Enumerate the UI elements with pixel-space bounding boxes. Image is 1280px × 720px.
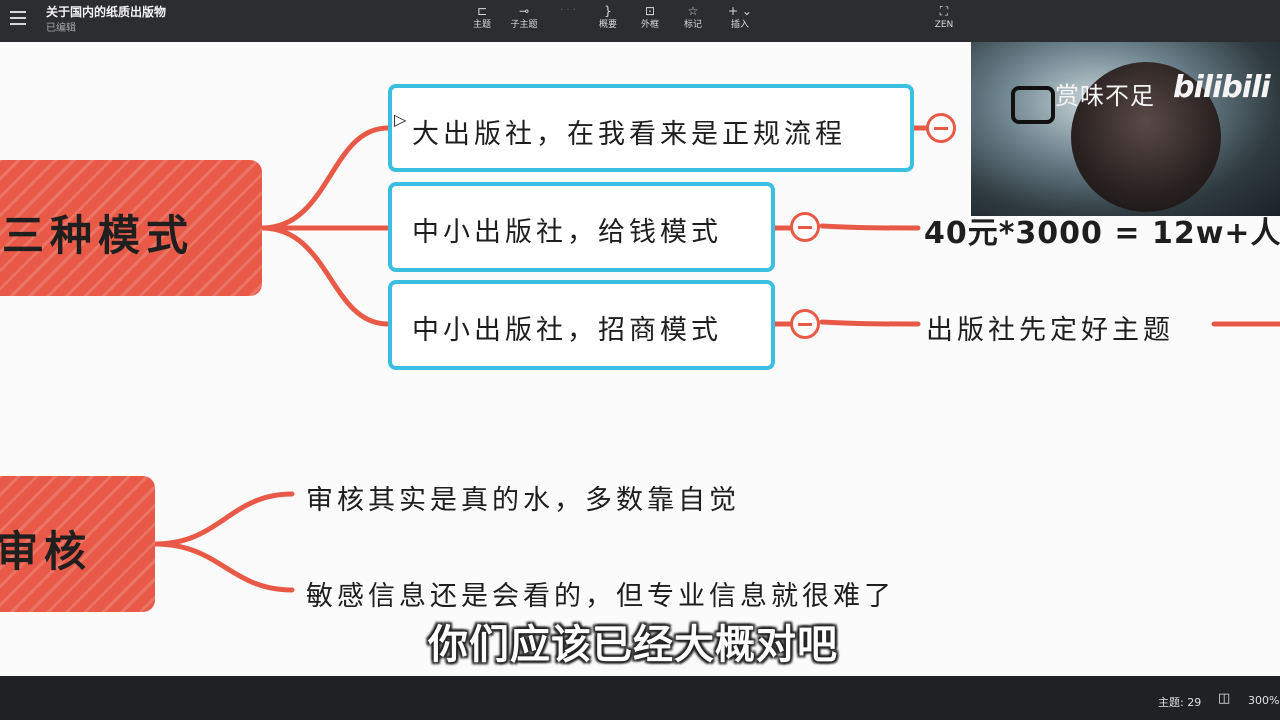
branch-review-1 xyxy=(152,491,295,547)
save-status: 已编辑 xyxy=(46,23,76,34)
marker-button[interactable]: ☆ 标记 xyxy=(671,3,715,31)
menu-icon[interactable] xyxy=(10,11,26,25)
branch-modes-1 xyxy=(259,125,391,231)
boundary-icon: ⊡ xyxy=(644,4,656,18)
fullscreen-icon: ⛶ xyxy=(939,4,949,18)
branch-review-2 xyxy=(152,541,295,593)
subtopic-label-2: 中小出版社，给钱模式 xyxy=(412,217,722,248)
mouse-cursor-icon: ▷ xyxy=(394,110,407,129)
mindmap-canvas[interactable]: 三种模式 审核 大出版社，在我看来是正规流程 中小出版社，给钱模式 中小出版社，… xyxy=(0,42,1280,676)
subtopic-icon: ⊸ xyxy=(518,4,530,18)
bilibili-logo: bilibili xyxy=(1173,70,1271,105)
plus-icon: + ⌄ xyxy=(728,4,752,18)
subtopic-button[interactable]: ⊸ 子主题 xyxy=(502,3,546,31)
toolbar-separator: · · · xyxy=(560,5,576,16)
branch-modes-3 xyxy=(259,225,391,327)
document-title[interactable]: 关于国内的纸质出版物 xyxy=(46,3,166,20)
insert-button[interactable]: + ⌄ 插入 xyxy=(718,3,762,31)
top-toolbar: 关于国内的纸质出版物 已编辑 ⊏ 主题 ⊸ 子主题 · · · } 概要 ⊡ 外… xyxy=(0,0,1280,42)
subtopic-label-1: 大出版社，在我看来是正规流程 xyxy=(412,119,846,150)
child-topic-theme[interactable]: 出版社先定好主题 xyxy=(926,308,1174,347)
boundary-button[interactable]: ⊡ 外框 xyxy=(628,3,672,31)
review-item-1[interactable]: 审核其实是真的水，多数靠自觉 xyxy=(306,478,740,517)
topic-button[interactable]: ⊏ 主题 xyxy=(460,3,504,31)
collapse-button-1[interactable] xyxy=(926,113,956,143)
review-item-2[interactable]: 敏感信息还是会看的，但专业信息就很难了 xyxy=(306,574,895,613)
zen-button[interactable]: ⛶ ZEN xyxy=(922,3,966,31)
collapse-button-2[interactable] xyxy=(790,212,820,242)
branch-child-3b xyxy=(819,319,921,327)
book-icon[interactable]: ◫ xyxy=(1218,691,1230,706)
zoom-level[interactable]: 300% xyxy=(1248,694,1279,707)
summary-button[interactable]: } 概要 xyxy=(586,3,630,31)
branch-child-2b xyxy=(819,223,921,231)
topic-count: 主题: 29 xyxy=(1158,696,1202,709)
topic-review-label: 审核 xyxy=(0,527,93,576)
star-icon: ☆ xyxy=(687,4,699,18)
topic-icon: ⊏ xyxy=(476,4,488,18)
glasses-icon xyxy=(1011,86,1055,124)
subtopic-label-3: 中小出版社，招商模式 xyxy=(412,315,722,346)
webcam-caption: 赏味不足 xyxy=(1055,82,1155,110)
video-subtitle: 你们应该已经大概对吧 xyxy=(428,622,838,668)
topic-three-modes-label: 三种模式 xyxy=(2,211,195,260)
collapse-button-3[interactable] xyxy=(790,309,820,339)
status-bar: 主题: 29 ◫ 300% xyxy=(0,676,1280,720)
webcam-overlay: 赏味不足 bilibili xyxy=(971,42,1280,216)
summary-icon: } xyxy=(604,4,612,18)
